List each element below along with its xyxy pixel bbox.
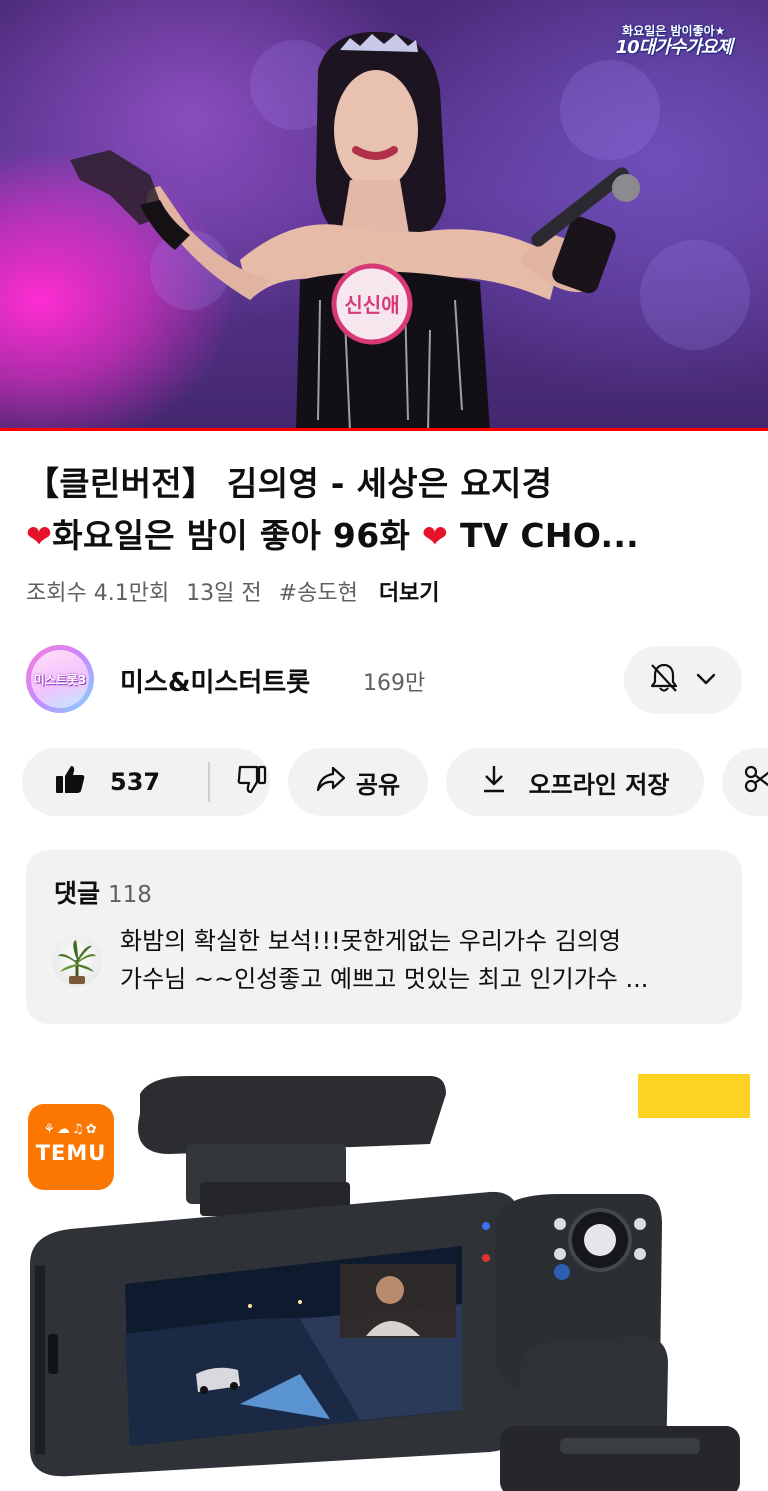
heart-icon: ❤: [421, 519, 449, 555]
name-badge-text: 신신애: [344, 293, 399, 317]
ad-label-tag: [638, 1074, 750, 1118]
temu-logo-glyphs: ⚘☁♫✿: [43, 1122, 99, 1137]
download-button[interactable]: 오프라인 저장: [446, 748, 704, 816]
dashcam-product-image: [30, 1076, 740, 1491]
program-watermark: 화요일은 밤이좋아★ 10대가수가요제: [615, 24, 733, 58]
bell-off-icon: [649, 662, 679, 698]
share-icon: [316, 766, 346, 798]
watermark-line1: 화요일은 밤이좋아★: [622, 24, 726, 38]
subscription-bell-button[interactable]: [624, 646, 742, 714]
comments-label: 댓글: [54, 879, 101, 908]
thumbs-down-icon: [236, 763, 268, 801]
like-count: 537: [110, 768, 161, 796]
channel-name[interactable]: 미스&미스터트롯: [120, 662, 310, 699]
video-title-line2-end: TV CHO...: [448, 516, 639, 555]
video-title-line2: ❤화요일은 밤이 좋아 96화 ❤ TV CHO...: [26, 510, 750, 563]
video-title-line1: 【클린버전】 김의영 - 세상은 요지경: [26, 464, 553, 503]
chevron-down-icon: [695, 671, 717, 690]
hashtag-link[interactable]: #송도현: [279, 581, 358, 606]
thumbs-up-icon: [54, 763, 86, 801]
top-comment-line2: 가수님 ~~인성좋고 예쁘고 멋있는 최고 인기가수 ...: [120, 965, 649, 993]
like-button[interactable]: 537: [22, 748, 211, 816]
comments-count: 118: [108, 882, 152, 908]
dislike-button[interactable]: [210, 748, 268, 816]
video-player[interactable]: 신신애 화요일은 밤이좋아★ 10대가수가요제: [0, 0, 768, 431]
comments-header: 댓글 118: [54, 874, 152, 910]
commenter-avatar[interactable]: [52, 936, 102, 986]
share-label: 공유: [355, 770, 401, 799]
youtube-watch-page: 신신애 화요일은 밤이좋아★ 10대가수가요제 【클린버전】 김의영 - 세상은…: [0, 0, 768, 1491]
channel-avatar-logo: 미스트롯3: [31, 650, 89, 708]
channel-avatar[interactable]: 미스트롯3: [26, 645, 94, 713]
performer-figure: 신신애: [70, 31, 640, 431]
video-progress-bar[interactable]: [0, 428, 768, 431]
like-dislike-button-group: 537: [22, 748, 270, 816]
video-meta-row[interactable]: 조회수 4.1만회 13일 전 #송도현 더보기: [26, 575, 450, 607]
download-icon: [481, 764, 507, 800]
heart-icon: ❤: [26, 519, 53, 555]
video-title-line2-text: 화요일은 밤이 좋아 96화: [52, 516, 422, 555]
video-title[interactable]: 【클린버전】 김의영 - 세상은 요지경 ❤화요일은 밤이 좋아 96화 ❤ T…: [26, 458, 750, 563]
temu-ad-banner[interactable]: ⚘☁♫✿ TEMU: [0, 1074, 768, 1491]
clip-button[interactable]: [722, 748, 768, 816]
download-label: 오프라인 저장: [528, 770, 670, 799]
top-comment-text: 화밤의 확실한 보석!!!못한게없는 우리가수 김의영 가수님 ~~인성좋고 예…: [120, 922, 720, 998]
video-progress-fill: [0, 428, 768, 431]
upload-age: 13일 전: [186, 581, 262, 606]
share-button[interactable]: 공유: [288, 748, 428, 816]
top-comment-line1: 화밤의 확실한 보석!!!못한게없는 우리가수 김의영: [120, 927, 621, 955]
subscriber-count: 169만: [363, 671, 426, 696]
watermark-line2: 10대가수가요제: [615, 37, 733, 58]
comments-card[interactable]: 댓글 118 화밤의 확실한 보석!!!못한게없는 우리가수 김의영 가수님 ~~…: [26, 850, 742, 1024]
more-button[interactable]: 더보기: [379, 581, 440, 606]
scissors-icon: [744, 764, 768, 800]
temu-logo-text: TEMU: [35, 1141, 107, 1165]
view-count: 조회수 4.1만회: [26, 581, 170, 606]
temu-logo: ⚘☁♫✿ TEMU: [28, 1104, 114, 1190]
